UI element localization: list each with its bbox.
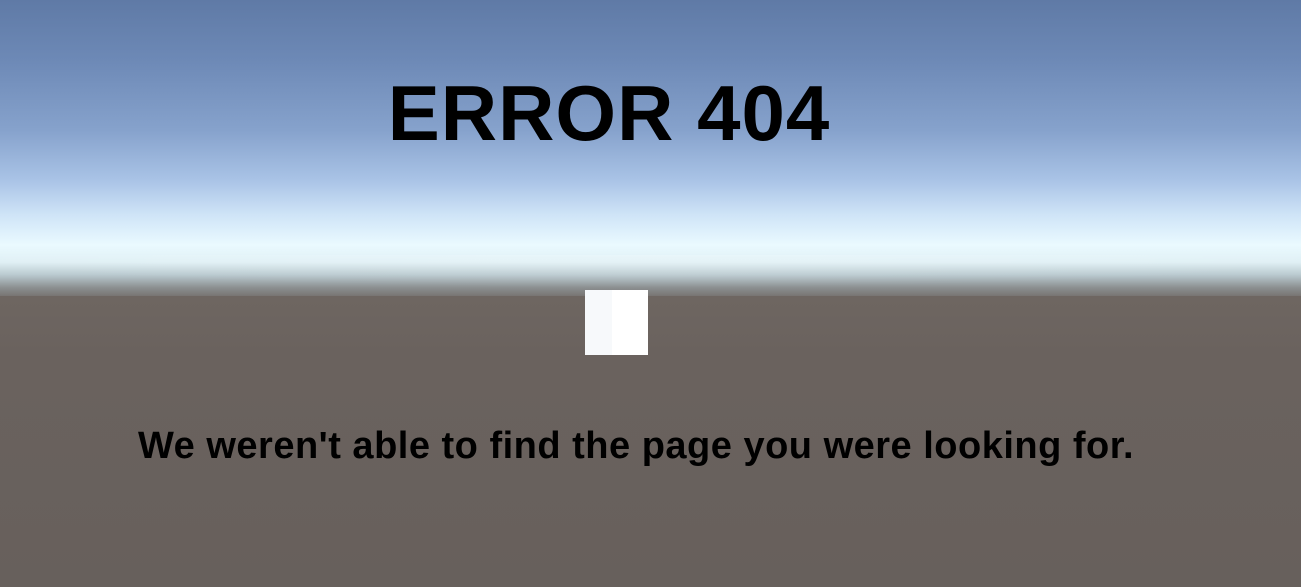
error-title: ERROR 404 [387, 69, 831, 157]
horizon-haze [0, 255, 1301, 315]
error-message: We weren't able to find the page you wer… [137, 425, 1135, 467]
white-cube-side [585, 290, 612, 355]
game-viewport: ERROR 404 We weren't able to find the pa… [0, 0, 1301, 587]
